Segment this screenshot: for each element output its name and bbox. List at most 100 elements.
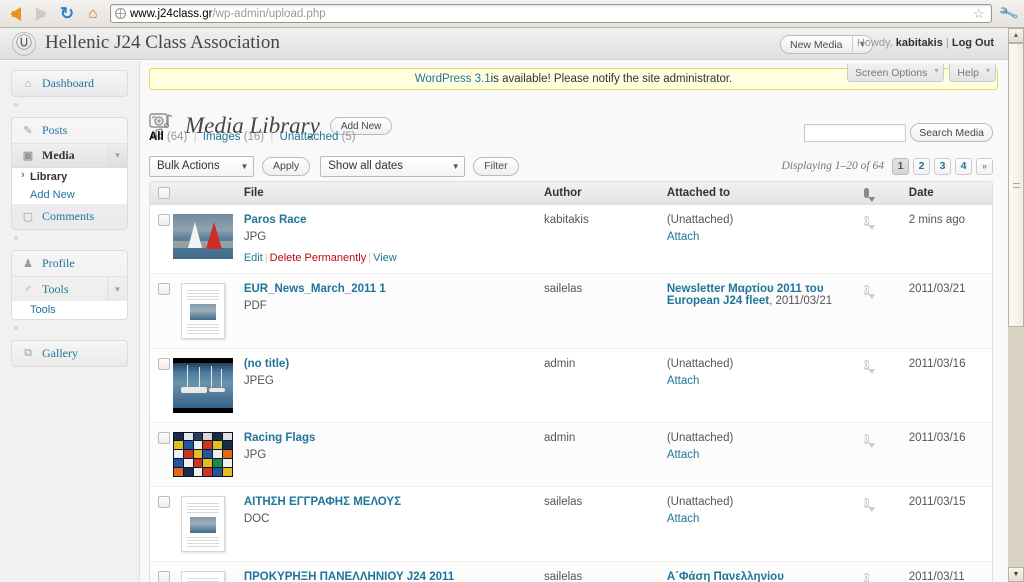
search-submit-button[interactable]: Search Media — [910, 123, 993, 142]
page-button-3[interactable]: 3 — [934, 157, 951, 175]
sidebar-item-posts[interactable]: ✎ Posts — [12, 118, 127, 143]
comment-count-badge[interactable]: 0 — [863, 433, 869, 444]
page-button-next[interactable]: » — [976, 157, 993, 175]
scroll-up-arrow[interactable]: ▲ — [1008, 28, 1024, 43]
apply-button[interactable]: Apply — [262, 156, 311, 176]
file-title[interactable]: (no title) — [244, 358, 536, 370]
sidebar-subitem-add-new[interactable]: Add New — [12, 186, 127, 204]
table-row: ΑΙΤΗΣΗ ΕΓΓΡΑΦΗΣ ΜΕΛΟΥΣ DOC sailelas (Una… — [150, 486, 992, 562]
row-checkbox[interactable] — [158, 495, 170, 508]
file-title[interactable]: ΠΡΟΚΥΡΗΞΗ ΠΑΝΕΛΛΗΝΙΟΥ J24 2011 — [244, 571, 536, 582]
regatta-photo-thumbnail[interactable] — [172, 357, 233, 413]
comment-count-badge[interactable]: 0 — [863, 215, 869, 226]
file-type: PDF — [243, 299, 267, 312]
date-filter-select[interactable]: Show all dates ▼ — [320, 155, 466, 177]
comment-bubble-icon: 0 — [863, 187, 869, 198]
row-checkbox[interactable] — [158, 357, 170, 370]
sidebar-item-gallery[interactable]: ⧉ Gallery — [12, 341, 127, 366]
column-header-date[interactable]: Date — [900, 182, 992, 205]
sailboats-photo-thumbnail[interactable] — [172, 213, 233, 259]
row-date-cell: 2011/03/15 — [900, 486, 992, 562]
screen-options-button[interactable]: Screen Options — [847, 64, 945, 82]
document-preview-thumbnail[interactable] — [180, 495, 225, 552]
row-date-cell: 2 mins ago — [900, 204, 992, 274]
filter-link-images[interactable]: Images — [203, 131, 241, 143]
file-title[interactable]: EUR_News_March_2011 1 — [244, 283, 536, 295]
url-domain: www.j24class.gr — [130, 7, 213, 20]
username[interactable]: kabitakis — [896, 37, 943, 49]
chevron-down-icon-media[interactable]: ▼ — [107, 144, 127, 167]
pagination: Displaying 1–20 of 64 1 2 3 4 » — [781, 157, 993, 175]
home-button[interactable]: ⌂ — [82, 3, 104, 25]
attached-post-link[interactable]: Α´Φάση Πανελληνίου Πρωταθλήματος J24 201… — [667, 571, 806, 582]
wordpress-logo-icon[interactable]: Ⓤ — [12, 32, 36, 56]
sidebar-item-media[interactable]: ▣ Media ▼ — [12, 143, 127, 168]
page-button-2[interactable]: 2 — [913, 157, 930, 175]
attach-link[interactable]: Attach — [667, 449, 700, 461]
update-notice-link[interactable]: WordPress 3.1 — [415, 73, 491, 85]
column-header-attached-to[interactable]: Attached to — [658, 182, 856, 205]
filter-button[interactable]: Filter — [473, 156, 519, 176]
star-icon[interactable]: ☆ — [973, 6, 987, 22]
sidebar-item-profile[interactable]: ♟ Profile — [12, 251, 127, 276]
comment-count-badge[interactable]: 0 — [863, 497, 869, 508]
file-title[interactable]: ΑΙΤΗΣΗ ΕΓΓΡΑΦΗΣ ΜΕΛΟΥΣ — [244, 496, 536, 508]
view-link[interactable]: View — [373, 252, 397, 264]
home-icon: ⌂ — [88, 5, 98, 22]
admin-header-bar: Ⓤ Hellenic J24 Class Association New Med… — [0, 28, 1008, 60]
menu-group-dashboard: ⌂ Dashboard — [11, 70, 128, 97]
row-checkbox[interactable] — [158, 213, 170, 226]
back-button[interactable] — [4, 3, 26, 25]
sidebar-subitem-label-tools: Tools — [30, 304, 56, 316]
vertical-scrollbar[interactable]: ▲ ▼ — [1008, 28, 1024, 582]
attach-link[interactable]: Attach — [667, 375, 700, 387]
scrollbar-thumb[interactable] — [1008, 43, 1024, 327]
row-checkbox[interactable] — [158, 570, 170, 582]
comment-count-badge[interactable]: 0 — [863, 572, 869, 582]
column-header-comments[interactable]: 0 — [855, 182, 901, 205]
logout-link[interactable]: Log Out — [952, 37, 994, 49]
help-button[interactable]: Help — [949, 64, 996, 82]
forward-button[interactable] — [30, 3, 52, 25]
filter-link-all[interactable]: All — [149, 131, 164, 143]
wrench-icon[interactable]: 🔧 — [997, 3, 1019, 25]
row-attached-cell: (Unattached) Attach — [658, 204, 856, 274]
filter-count-all: (64) — [166, 131, 188, 143]
filter-separator-1: | — [193, 131, 197, 143]
camera-icon: ▣ — [22, 150, 34, 162]
flags-photo-thumbnail[interactable] — [172, 431, 233, 477]
sidebar-subitem-library[interactable]: Library — [12, 168, 127, 186]
row-checkbox-cell — [150, 422, 173, 487]
file-title[interactable]: Paros Race — [244, 214, 536, 226]
search-input[interactable] — [804, 123, 907, 142]
sidebar-item-comments[interactable]: ▢ Comments — [12, 204, 127, 229]
row-checkbox[interactable] — [158, 282, 170, 295]
select-all-checkbox[interactable] — [158, 186, 170, 199]
address-bar[interactable]: www.j24class.gr/wp-admin/upload.php ☆ — [110, 4, 992, 23]
comment-count-badge[interactable]: 0 — [863, 359, 869, 370]
site-title[interactable]: Hellenic J24 Class Association — [45, 32, 280, 54]
attach-link[interactable]: Attach — [667, 231, 700, 243]
attached-status: (Unattached) — [666, 357, 734, 370]
sidebar-item-tools[interactable]: ♂ Tools ▼ — [12, 276, 127, 301]
page-button-1[interactable]: 1 — [892, 157, 909, 175]
bulk-actions-select[interactable]: Bulk Actions ▼ — [149, 155, 254, 177]
reload-button[interactable]: ↻ — [56, 3, 78, 25]
row-comments-cell: 0 — [855, 204, 901, 274]
edit-link[interactable]: Edit — [244, 252, 263, 264]
filter-link-unattached[interactable]: Unattached — [280, 131, 339, 143]
file-title[interactable]: Racing Flags — [244, 432, 536, 444]
sidebar-subitem-tools[interactable]: Tools — [12, 301, 127, 319]
sidebar-item-dashboard[interactable]: ⌂ Dashboard — [12, 71, 127, 96]
document-preview-thumbnail[interactable] — [180, 282, 225, 339]
comment-count-badge[interactable]: 0 — [863, 284, 869, 295]
column-header-file[interactable]: File — [235, 182, 536, 205]
chevron-down-icon-tools[interactable]: ▼ — [107, 277, 127, 301]
column-header-author[interactable]: Author — [535, 182, 659, 205]
document-preview-thumbnail[interactable] — [180, 570, 225, 582]
delete-permanently-link[interactable]: Delete Permanently — [270, 252, 367, 264]
row-checkbox[interactable] — [158, 431, 170, 444]
scroll-down-arrow[interactable]: ▼ — [1008, 567, 1024, 582]
page-button-4[interactable]: 4 — [955, 157, 972, 175]
attach-link[interactable]: Attach — [667, 513, 700, 525]
